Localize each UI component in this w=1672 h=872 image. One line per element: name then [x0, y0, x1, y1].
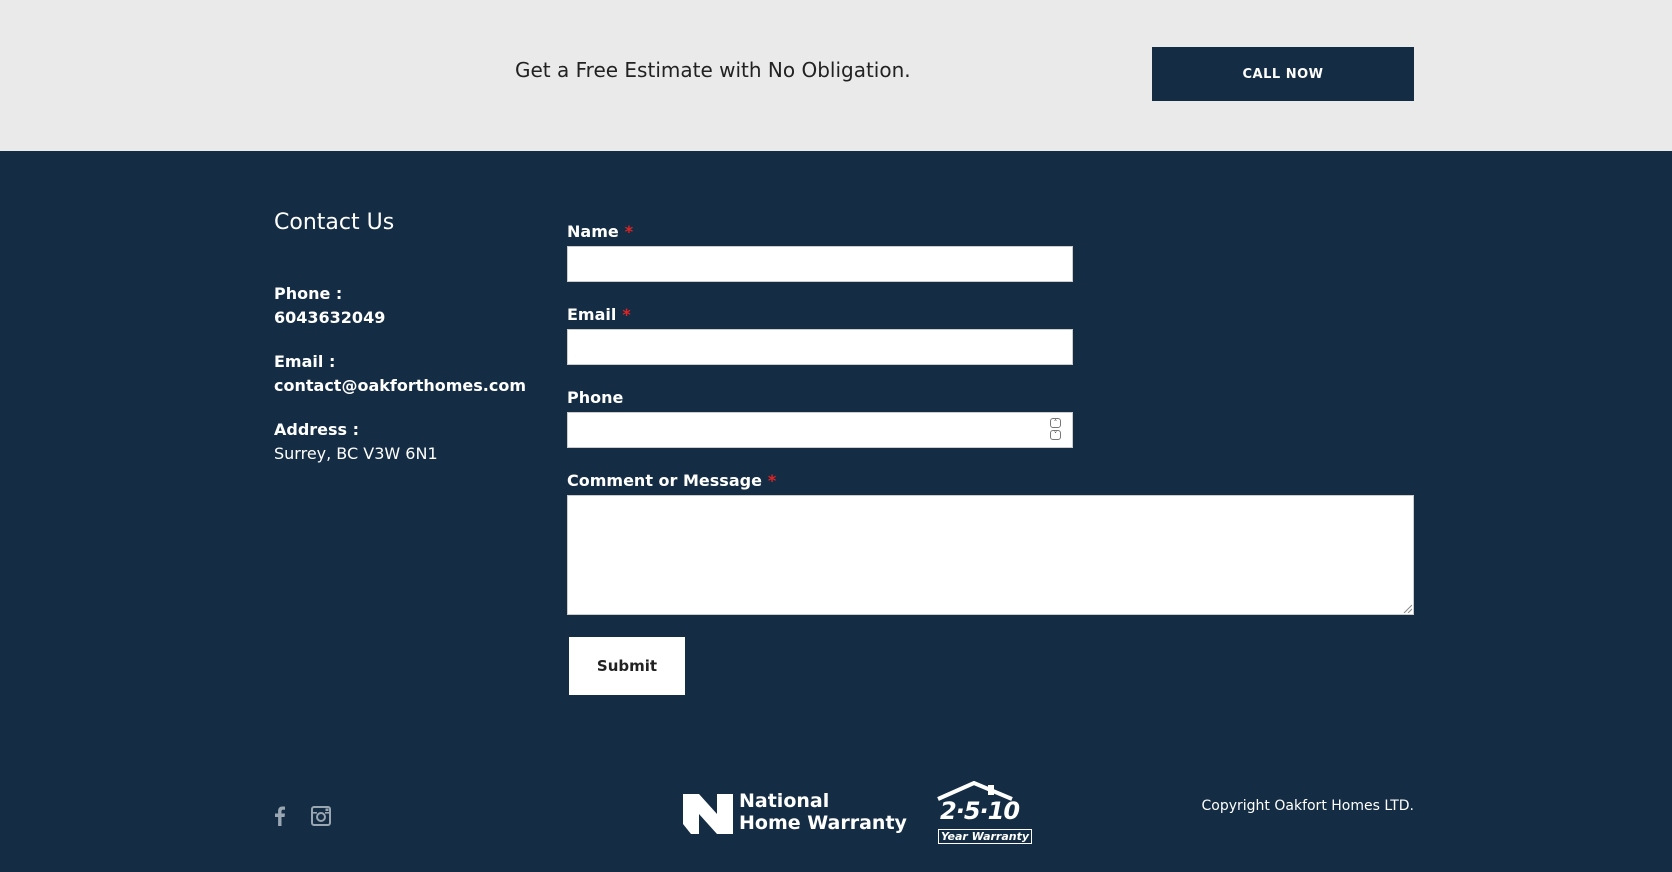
phone-stepper[interactable]: ˄ ˅ [1050, 418, 1063, 442]
2-5-10-warranty-logo: 2·5·10 Year Warranty [936, 781, 1033, 845]
message-textarea[interactable] [567, 495, 1414, 615]
cta-tagline: Get a Free Estimate with No Obligation. [515, 58, 911, 82]
copyright-text: Copyright Oakfort Homes LTD. [1201, 798, 1415, 814]
nhw-mark-icon [683, 794, 733, 834]
phone-label-text: Phone [567, 388, 624, 407]
contact-title: Contact Us [274, 210, 395, 235]
email-value[interactable]: contact@oakforthomes.com [274, 376, 526, 395]
name-label-text: Name [567, 222, 619, 241]
call-now-button[interactable]: CALL NOW [1152, 47, 1414, 101]
email-input[interactable] [567, 329, 1073, 365]
message-field-label: Comment or Message * [567, 471, 776, 490]
submit-button[interactable]: Submit [569, 637, 685, 695]
footer: Contact Us Phone : 6043632049 Email : co… [0, 151, 1672, 872]
resize-handle-icon[interactable] [1402, 603, 1412, 613]
warranty-text: Year Warranty [938, 829, 1033, 844]
national-home-warranty-logo: National Home Warranty [683, 789, 907, 835]
nhw-line2: Home Warranty [739, 812, 907, 834]
facebook-icon[interactable] [269, 805, 291, 827]
name-input[interactable] [567, 246, 1073, 282]
message-label-text: Comment or Message [567, 471, 762, 490]
required-mark: * [624, 222, 634, 241]
phone-value[interactable]: 6043632049 [274, 308, 385, 327]
email-label: Email : [274, 352, 336, 371]
required-mark: * [767, 471, 777, 490]
phone-input[interactable] [567, 412, 1073, 448]
cta-band: Get a Free Estimate with No Obligation. … [0, 0, 1672, 151]
email-field-label: Email * [567, 305, 631, 324]
email-label-text: Email [567, 305, 617, 324]
nhw-line1: National [739, 790, 830, 812]
stepper-down-icon[interactable]: ˅ [1050, 430, 1061, 440]
phone-field-label: Phone [567, 388, 623, 407]
address-label: Address : [274, 420, 360, 439]
instagram-icon[interactable] [310, 805, 332, 827]
name-field-label: Name * [567, 222, 633, 241]
warranty-number: 2·5·10 [940, 797, 1020, 825]
address-value: Surrey, BC V3W 6N1 [274, 444, 438, 463]
phone-label: Phone : [274, 284, 343, 303]
stepper-up-icon[interactable]: ˄ [1050, 418, 1061, 428]
required-mark: * [622, 305, 631, 324]
